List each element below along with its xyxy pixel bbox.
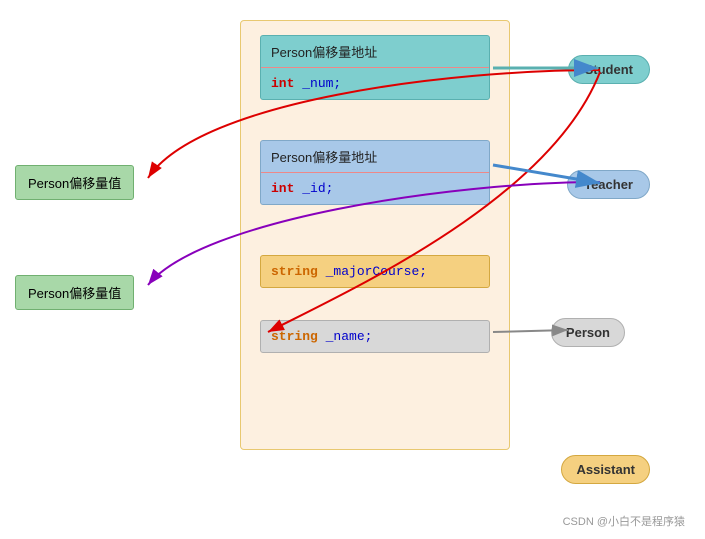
teacher-memory-box: Person偏移量地址 int _id; (260, 140, 490, 205)
major-varname: _majorCourse; (326, 264, 427, 279)
name-varname: _name; (326, 329, 373, 344)
teacher-header: Person偏移量地址 (261, 141, 489, 173)
major-course-box: string _majorCourse; (260, 255, 490, 288)
teacher-label: Teacher (567, 170, 650, 199)
offset-value-box-1: Person偏移量值 (15, 165, 134, 200)
int-num-field: int _num; (261, 68, 489, 99)
id-varname: _id; (302, 181, 333, 196)
string-keyword-2: string (271, 329, 318, 344)
int-keyword-2: int (271, 181, 294, 196)
offset-value-box-2: Person偏移量值 (15, 275, 134, 310)
person-label: Person (551, 318, 625, 347)
name-box: string _name; (260, 320, 490, 353)
int-id-field: int _id; (261, 173, 489, 204)
int-keyword-1: int (271, 76, 294, 91)
student-header: Person偏移量地址 (261, 36, 489, 68)
watermark: CSDN @小白不是程序猿 (563, 513, 685, 529)
num-varname: _num; (302, 76, 341, 91)
assistant-label: Assistant (561, 455, 650, 484)
student-memory-box: Person偏移量地址 int _num; (260, 35, 490, 100)
student-label: Student (568, 55, 650, 84)
string-keyword-1: string (271, 264, 318, 279)
